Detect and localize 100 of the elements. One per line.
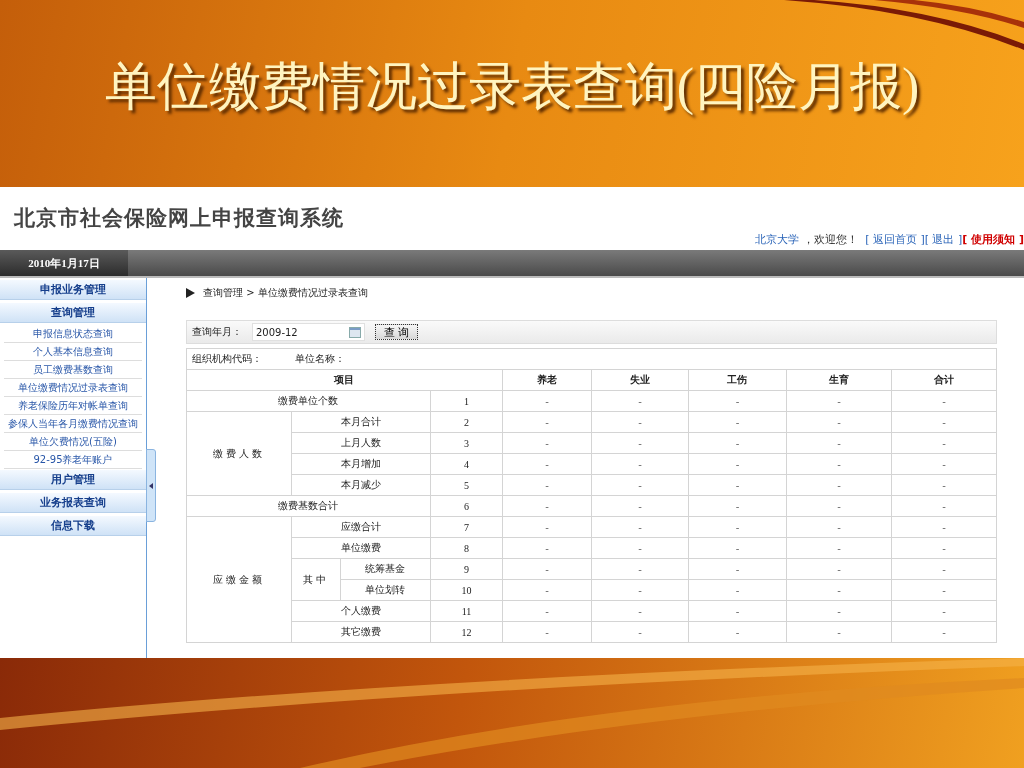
table-cell: - (591, 558, 689, 580)
table-cell: - (688, 390, 787, 412)
table-cell: - (688, 579, 787, 601)
table-cell: - (688, 600, 787, 622)
table-cell: - (891, 411, 997, 433)
table-cell: - (786, 474, 892, 496)
table-cell: - (786, 600, 892, 622)
table-cell: - (502, 600, 592, 622)
table-cell: - (786, 621, 892, 643)
row-number: 12 (430, 621, 503, 643)
table-cell: - (502, 432, 592, 454)
table-cell: - (591, 495, 689, 517)
row-number: 3 (430, 432, 503, 454)
right-triangle-icon (185, 288, 195, 298)
table-cell: - (502, 579, 592, 601)
row-number: 2 (430, 411, 503, 433)
collapse-handle[interactable] (145, 449, 156, 522)
user-link[interactable]: 北京大学 (755, 233, 800, 246)
row-number: 9 (430, 558, 503, 580)
menu-section[interactable]: 查询管理 (0, 303, 146, 323)
calendar-icon[interactable] (348, 326, 361, 338)
column-header: 生育 (786, 369, 892, 391)
row-label: 其它缴费 (291, 621, 431, 643)
row-label: 本月合计 (291, 411, 431, 433)
nav-link[interactable]: [ 退出 ] (924, 233, 963, 246)
site-logo: 北京市社会保险网上申报查询系统 (13, 205, 345, 232)
table-cell: - (591, 600, 689, 622)
table-cell: - (502, 474, 592, 496)
left-triangle-icon (148, 482, 153, 489)
table-cell: - (502, 453, 592, 475)
table-cell: - (591, 411, 689, 433)
date-field[interactable]: 2009-12 (251, 323, 365, 341)
row-number: 4 (430, 453, 503, 475)
menu-item[interactable]: 申报信息状态查询 (4, 326, 142, 343)
notice-link[interactable]: [ 使用须知 ] (962, 233, 1024, 246)
row-number: 7 (430, 516, 503, 538)
row-number: 6 (430, 495, 503, 517)
table-cell: - (891, 432, 997, 454)
table-cell: - (891, 495, 997, 517)
breadcrumb: 查询管理 > 单位缴费情况过录表查询 (202, 286, 368, 300)
table-cell: - (591, 432, 689, 454)
row-label: 个人缴费 (291, 600, 431, 622)
table-cell: - (891, 537, 997, 559)
table-cell: - (502, 516, 592, 538)
column-header: 合计 (891, 369, 997, 391)
table-cell: - (502, 537, 592, 559)
column-header: 项目 (186, 369, 503, 391)
table-cell: - (786, 432, 892, 454)
table-cell: - (688, 411, 787, 433)
table-cell: - (786, 516, 892, 538)
table-cell: - (688, 537, 787, 559)
menu-item[interactable]: 参保人当年各月缴费情况查询 (4, 416, 142, 433)
row-label: 单位缴费 (291, 537, 431, 559)
row-number: 5 (430, 474, 503, 496)
menu-item[interactable]: 92-95养老年账户 (4, 452, 142, 469)
menu-section[interactable]: 用户管理 (0, 470, 146, 490)
table-cell: - (786, 390, 892, 412)
table-cell: - (502, 621, 592, 643)
table-cell: - (591, 474, 689, 496)
table-cell: - (891, 474, 997, 496)
welcome-text: ，欢迎您！ (802, 233, 858, 246)
query-button[interactable]: 查 询 (374, 324, 419, 340)
slide-title: 单位缴费情况过录表查询(四险月报) (104, 56, 920, 117)
table-cell: - (591, 516, 689, 538)
table-cell: - (591, 579, 689, 601)
table-cell: - (786, 558, 892, 580)
menu-section[interactable]: 申报业务管理 (0, 280, 146, 300)
column-header: 工伤 (688, 369, 787, 391)
table-cell: - (688, 516, 787, 538)
row-number: 10 (430, 579, 503, 601)
menu-item[interactable]: 个人基本信息查询 (4, 344, 142, 361)
table-cell: - (891, 390, 997, 412)
row-label: 本月增加 (291, 453, 431, 475)
row-label: 应缴金额 (186, 516, 292, 643)
menu-item[interactable]: 单位缴费情况过录表查询 (4, 380, 142, 397)
table-cell: - (591, 621, 689, 643)
menu-section[interactable]: 业务报表查询 (0, 493, 146, 513)
table-cell: - (591, 390, 689, 412)
nav-link[interactable]: [ 返回首页 ] (865, 233, 925, 246)
menu-item[interactable]: 单位欠费情况(五险) (4, 434, 142, 451)
row-number: 1 (430, 390, 503, 412)
menu-section[interactable]: 信息下载 (0, 516, 146, 536)
table-cell: - (786, 579, 892, 601)
table-cell: - (891, 579, 997, 601)
table-cell: - (688, 432, 787, 454)
table-cell: - (688, 558, 787, 580)
table-cell: - (688, 453, 787, 475)
table-cell: - (688, 621, 787, 643)
row-label: 缴费基数合计 (186, 495, 431, 517)
table-cell: - (502, 390, 592, 412)
table-cell: - (891, 600, 997, 622)
row-label: 其中 (291, 558, 341, 601)
info-label: 组织机构代码： (191, 352, 262, 366)
table-cell: - (786, 453, 892, 475)
table-cell: - (786, 537, 892, 559)
info-label: 单位名称： (294, 352, 345, 366)
menu-item[interactable]: 养老保险历年对帐单查询 (4, 398, 142, 415)
table-cell: - (891, 558, 997, 580)
column-header: 养老 (502, 369, 592, 391)
menu-item[interactable]: 员工缴费基数查询 (4, 362, 142, 379)
